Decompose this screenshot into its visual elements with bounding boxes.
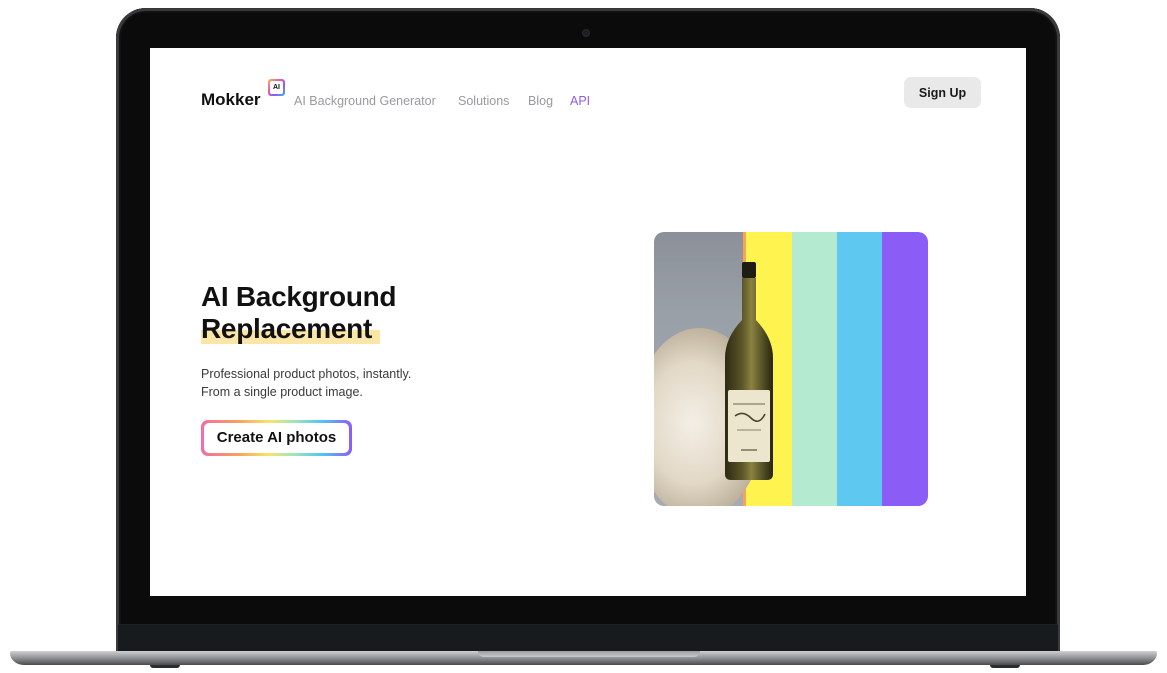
nav-solutions[interactable]: Solutions — [458, 94, 509, 108]
hero-title-line2: Replacement — [201, 313, 380, 344]
laptop-notch — [478, 651, 700, 657]
purple-stripe — [882, 232, 928, 506]
hero-title: AI Background Replacement — [201, 281, 397, 345]
hero-subtitle-line1: Professional product photos, instantly. — [201, 367, 412, 381]
nav-api[interactable]: API — [570, 94, 590, 108]
webcam-icon — [583, 30, 589, 36]
nav-blog[interactable]: Blog — [528, 94, 553, 108]
create-ai-photos-button[interactable]: Create AI photos — [201, 420, 352, 456]
sign-up-button[interactable]: Sign Up — [904, 77, 981, 108]
laptop-screen: Mokker AI AI Background Generator Soluti… — [150, 48, 1026, 596]
blue-stripe — [837, 232, 882, 506]
product-image-card — [654, 232, 928, 506]
nav-ai-background-generator[interactable]: AI Background Generator — [294, 94, 436, 108]
hero-subtitle: Professional product photos, instantly. … — [201, 365, 411, 401]
green-stripe — [792, 232, 837, 506]
laptop-foot — [150, 665, 180, 668]
create-ai-photos-label: Create AI photos — [204, 423, 349, 453]
hero-subtitle-line2: From a single product image. — [201, 385, 363, 399]
laptop-chin — [118, 624, 1058, 652]
logo[interactable]: Mokker — [201, 90, 261, 110]
hero-title-line1: AI Background — [201, 281, 397, 312]
wine-bottle-image — [725, 262, 773, 480]
laptop-foot — [990, 665, 1020, 668]
ai-badge-icon: AI — [268, 79, 285, 96]
ai-badge-label: AI — [270, 81, 283, 94]
